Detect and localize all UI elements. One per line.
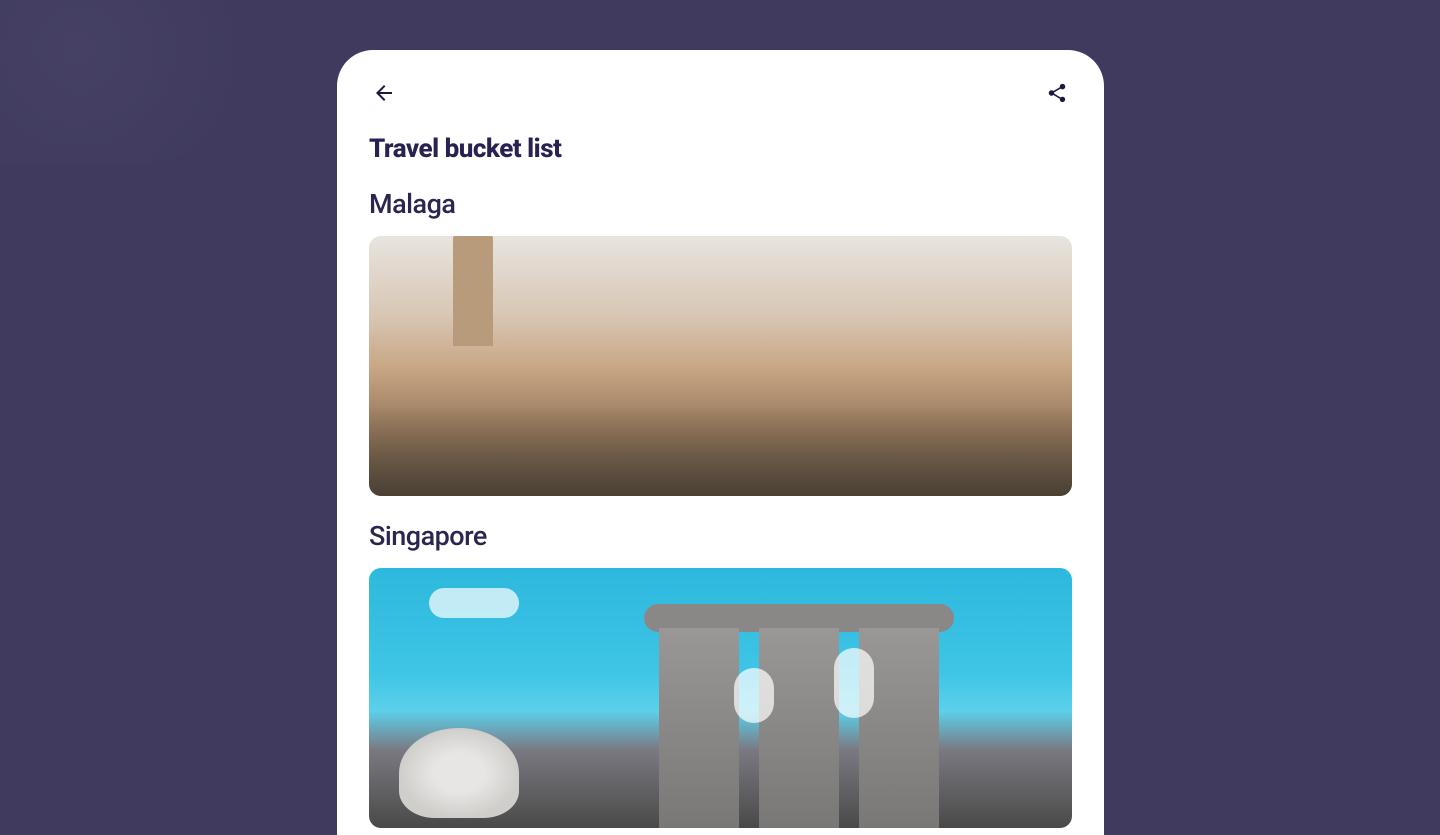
item-image-singapore[interactable] [369,568,1072,828]
bucket-list-card: Travel bucket list Malaga Singapore [337,50,1104,835]
list-item: Malaga [369,188,1072,496]
building-tower-decoration [659,628,739,828]
share-button[interactable] [1042,78,1072,108]
cloud-decoration [429,588,519,618]
lotus-building-decoration [399,728,519,818]
cloud-decoration [834,648,874,718]
item-title: Malaga [369,188,1072,220]
item-title: Singapore [369,520,1072,552]
building-tower-decoration [759,628,839,828]
item-image-malaga[interactable] [369,236,1072,496]
page-title: Travel bucket list [337,122,1104,188]
arrow-left-icon [372,81,396,105]
back-button[interactable] [369,78,399,108]
decorative-background-blob [0,0,260,165]
card-header [337,50,1104,122]
bucket-list-content: Malaga Singapore [337,188,1104,828]
cloud-decoration [734,668,774,723]
list-item: Singapore [369,520,1072,828]
share-icon [1046,82,1068,104]
